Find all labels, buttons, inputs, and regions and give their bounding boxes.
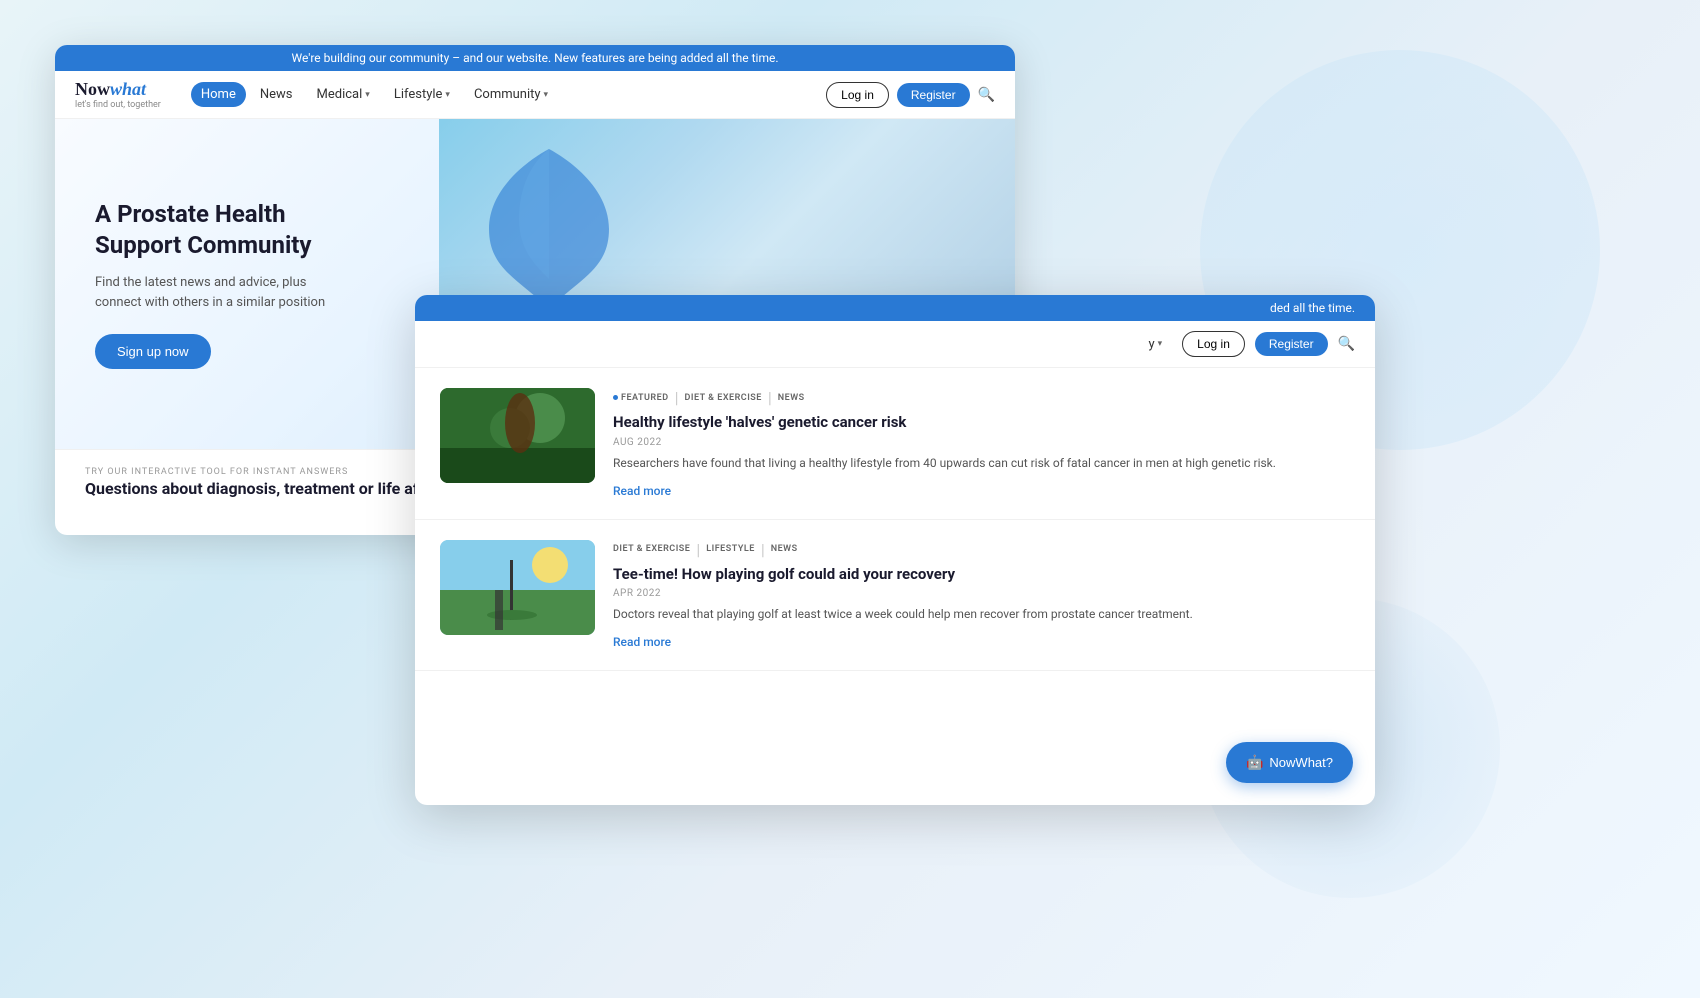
- logo-text: Nowwhat: [75, 79, 161, 100]
- article-excerpt-1: Researchers have found that living a hea…: [613, 454, 1350, 472]
- article-card-2: DIET & EXERCISE | LIFESTYLE | NEWS Tee-t…: [415, 520, 1375, 672]
- logo-now: Now: [75, 79, 110, 99]
- article-tags-2: DIET & EXERCISE | LIFESTYLE | NEWS: [613, 540, 1350, 559]
- nav-item-community[interactable]: Community ▾: [464, 82, 558, 107]
- signup-button[interactable]: Sign up now: [95, 334, 211, 369]
- medical-chevron-icon: ▾: [365, 90, 370, 100]
- announcement-text: We're building our community – and our w…: [291, 51, 778, 65]
- nowwhat-float-button[interactable]: 🤖 NowWhat?: [1226, 742, 1353, 783]
- second-nav-partial: y ▾: [1138, 332, 1172, 357]
- announcement-bar: We're building our community – and our w…: [55, 45, 1015, 71]
- article-title-1: Healthy lifestyle 'halves' genetic cance…: [613, 413, 1350, 433]
- search-icon[interactable]: 🔍: [978, 87, 995, 103]
- article-tags-1: FEATURED | DIET & EXERCISE | NEWS: [613, 388, 1350, 407]
- second-navbar: y ▾ Log in Register 🔍: [415, 321, 1375, 368]
- second-register-button[interactable]: Register: [1255, 332, 1328, 356]
- tag-featured: FEATURED: [613, 388, 669, 407]
- hero-subtitle: Find the latest news and advice, plus co…: [95, 273, 335, 312]
- login-button[interactable]: Log in: [826, 82, 889, 108]
- community-chevron-icon: ▾: [544, 90, 549, 100]
- article-svg-2: [440, 540, 595, 635]
- article-date-2: APR 2022: [613, 588, 1350, 599]
- read-more-2[interactable]: Read more: [613, 635, 671, 649]
- second-announcement-partial: ded all the time.: [1270, 301, 1355, 315]
- article-excerpt-2: Doctors reveal that playing golf at leas…: [613, 605, 1350, 623]
- hero-title: A Prostate Health Support Community: [95, 199, 335, 261]
- register-button[interactable]: Register: [897, 83, 970, 107]
- nav-item-home[interactable]: Home: [191, 82, 246, 107]
- article-svg-1: [440, 388, 595, 483]
- articles-container: FEATURED | DIET & EXERCISE | NEWS Health…: [415, 368, 1375, 671]
- article-image-2: [440, 540, 595, 635]
- nav-item-news[interactable]: News: [250, 82, 303, 107]
- second-nav-chevron-icon: ▾: [1158, 339, 1163, 349]
- tag-diet-exercise-1: DIET & EXERCISE: [685, 388, 762, 407]
- logo: Nowwhat let's find out, together: [75, 79, 161, 110]
- article-title-2: Tee-time! How playing golf could aid you…: [613, 565, 1350, 585]
- logo-what: what: [110, 79, 146, 99]
- nav-item-medical[interactable]: Medical ▾: [307, 82, 380, 107]
- nav-actions: Log in Register 🔍: [826, 82, 995, 108]
- nowwhat-float-label: NowWhat?: [1269, 755, 1333, 770]
- tag-news-1: NEWS: [778, 388, 805, 407]
- logo-tagline: let's find out, together: [75, 100, 161, 110]
- article-content-2: DIET & EXERCISE | LIFESTYLE | NEWS Tee-t…: [613, 540, 1350, 651]
- second-search-icon[interactable]: 🔍: [1338, 336, 1355, 352]
- article-image-1: [440, 388, 595, 483]
- second-browser-window: ded all the time. y ▾ Log in Register 🔍: [415, 295, 1375, 805]
- tag-lifestyle: LIFESTYLE: [706, 540, 755, 559]
- read-more-1[interactable]: Read more: [613, 484, 671, 498]
- lifestyle-chevron-icon: ▾: [445, 90, 450, 100]
- nav-item-lifestyle[interactable]: Lifestyle ▾: [384, 82, 460, 107]
- second-login-button[interactable]: Log in: [1182, 331, 1245, 357]
- article-card-1: FEATURED | DIET & EXERCISE | NEWS Health…: [415, 368, 1375, 520]
- tag-diet-exercise-2: DIET & EXERCISE: [613, 540, 690, 559]
- second-announcement-bar: ded all the time.: [415, 295, 1375, 321]
- navbar: Nowwhat let's find out, together Home Ne…: [55, 71, 1015, 119]
- second-nav-partial-item: y ▾: [1138, 332, 1172, 357]
- article-date-1: AUG 2022: [613, 437, 1350, 448]
- hero-content: A Prostate Health Support Community Find…: [55, 169, 375, 399]
- nav-links: Home News Medical ▾ Lifestyle ▾ Communit…: [191, 82, 806, 107]
- nowwhat-float-icon: 🤖: [1246, 754, 1263, 771]
- article-content-1: FEATURED | DIET & EXERCISE | NEWS Health…: [613, 388, 1350, 499]
- tag-news-2: NEWS: [771, 540, 798, 559]
